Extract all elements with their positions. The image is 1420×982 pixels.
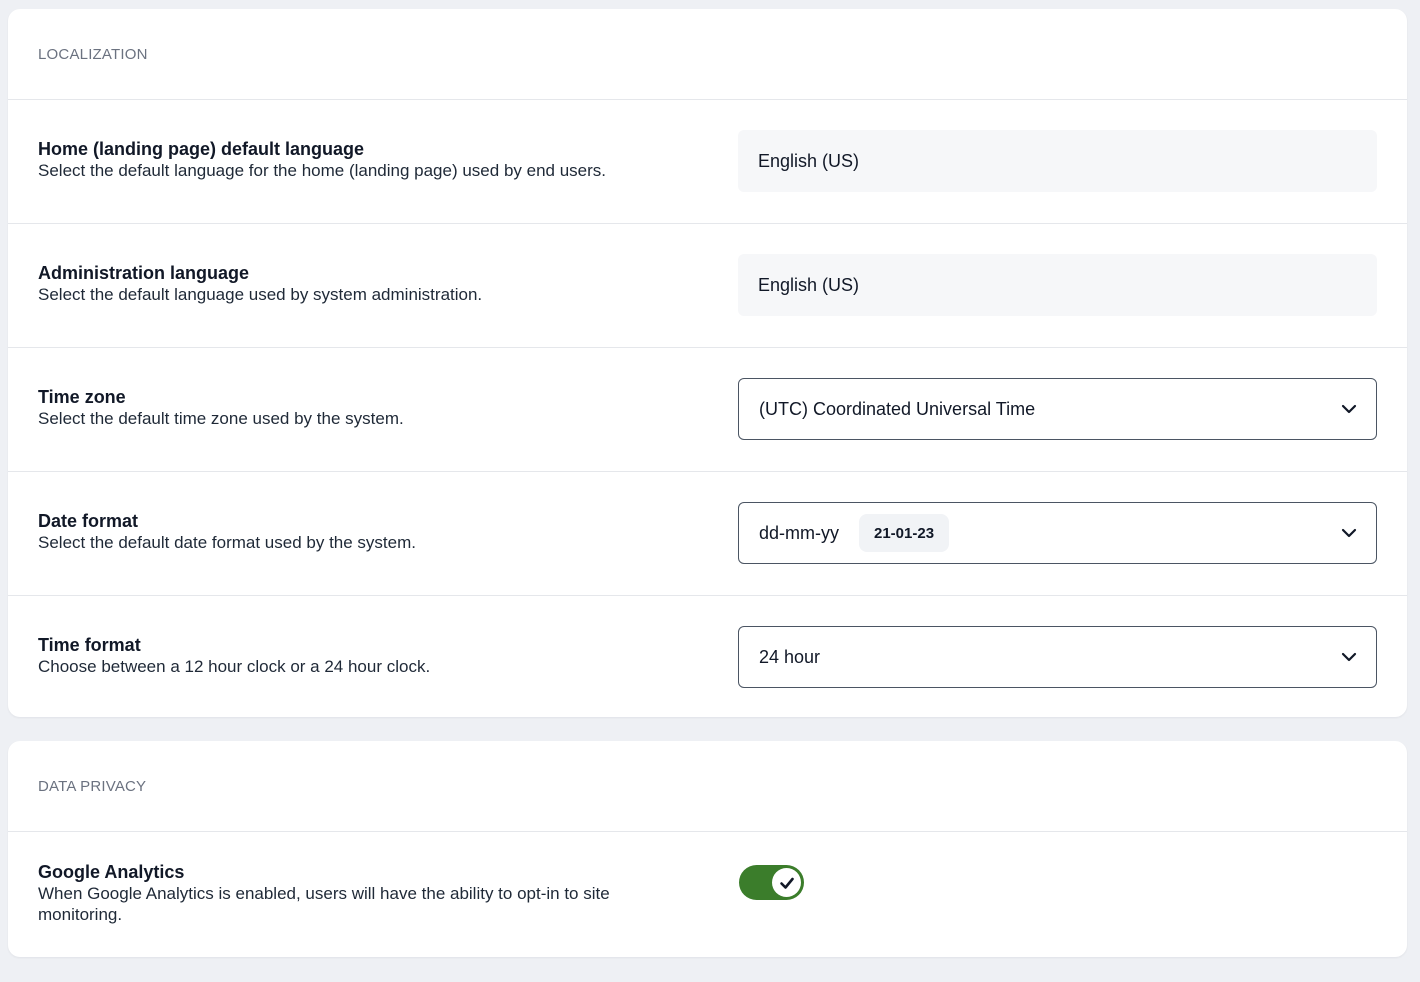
time-zone-value: (UTC) Coordinated Universal Time	[759, 398, 1036, 419]
date-format-text: Date format Select the default date form…	[38, 511, 638, 553]
home-language-title: Home (landing page) default language	[38, 139, 365, 159]
admin-language-text: Administration language Select the defau…	[38, 263, 638, 305]
admin-language-description: Select the default language used by syst…	[38, 285, 483, 304]
toggle-knob	[772, 868, 801, 897]
localization-section-header: LOCALIZATION	[8, 9, 1407, 100]
time-format-row: Time format Choose between a 12 hour clo…	[8, 596, 1407, 717]
chevron-down-icon	[1341, 528, 1357, 538]
admin-language-title: Administration language	[38, 263, 250, 283]
admin-language-field: English (US)	[738, 254, 1377, 316]
data-privacy-card: DATA PRIVACY Google Analytics When Googl…	[8, 741, 1407, 957]
date-format-select[interactable]: dd-mm-yy 21-01-23	[738, 502, 1377, 564]
data-privacy-section-header: DATA PRIVACY	[8, 741, 1407, 832]
google-analytics-toggle[interactable]	[739, 865, 804, 900]
time-zone-row: Time zone Select the default time zone u…	[8, 348, 1407, 472]
check-icon	[779, 877, 794, 889]
admin-language-row: Administration language Select the defau…	[8, 224, 1407, 348]
date-format-row: Date format Select the default date form…	[8, 472, 1407, 596]
home-language-row: Home (landing page) default language Sel…	[8, 100, 1407, 224]
time-format-select[interactable]: 24 hour	[738, 626, 1377, 688]
time-zone-description: Select the default time zone used by the…	[38, 409, 404, 428]
google-analytics-row: Google Analytics When Google Analytics i…	[8, 832, 1407, 956]
google-analytics-description: When Google Analytics is enabled, users …	[38, 884, 610, 924]
home-language-text: Home (landing page) default language Sel…	[38, 139, 638, 181]
home-language-value: English (US)	[758, 150, 860, 171]
time-format-value: 24 hour	[759, 646, 821, 667]
home-language-description: Select the default language for the home…	[38, 161, 606, 180]
home-language-field: English (US)	[738, 130, 1377, 192]
date-format-description: Select the default date format used by t…	[38, 533, 416, 552]
time-zone-title: Time zone	[38, 387, 126, 407]
time-zone-text: Time zone Select the default time zone u…	[38, 387, 638, 429]
chevron-down-icon	[1341, 652, 1357, 662]
time-format-description: Choose between a 12 hour clock or a 24 h…	[38, 657, 431, 676]
localization-card: LOCALIZATION Home (landing page) default…	[8, 9, 1407, 717]
date-format-example-badge: 21-01-23	[859, 514, 950, 552]
time-zone-select[interactable]: (UTC) Coordinated Universal Time	[738, 378, 1377, 440]
date-format-value: dd-mm-yy	[759, 522, 839, 543]
date-format-title: Date format	[38, 511, 139, 531]
google-analytics-title: Google Analytics	[38, 862, 185, 882]
google-analytics-text: Google Analytics When Google Analytics i…	[38, 862, 648, 925]
admin-language-value: English (US)	[758, 274, 860, 295]
chevron-down-icon	[1341, 404, 1357, 414]
time-format-title: Time format	[38, 635, 141, 655]
time-format-text: Time format Choose between a 12 hour clo…	[38, 635, 638, 677]
